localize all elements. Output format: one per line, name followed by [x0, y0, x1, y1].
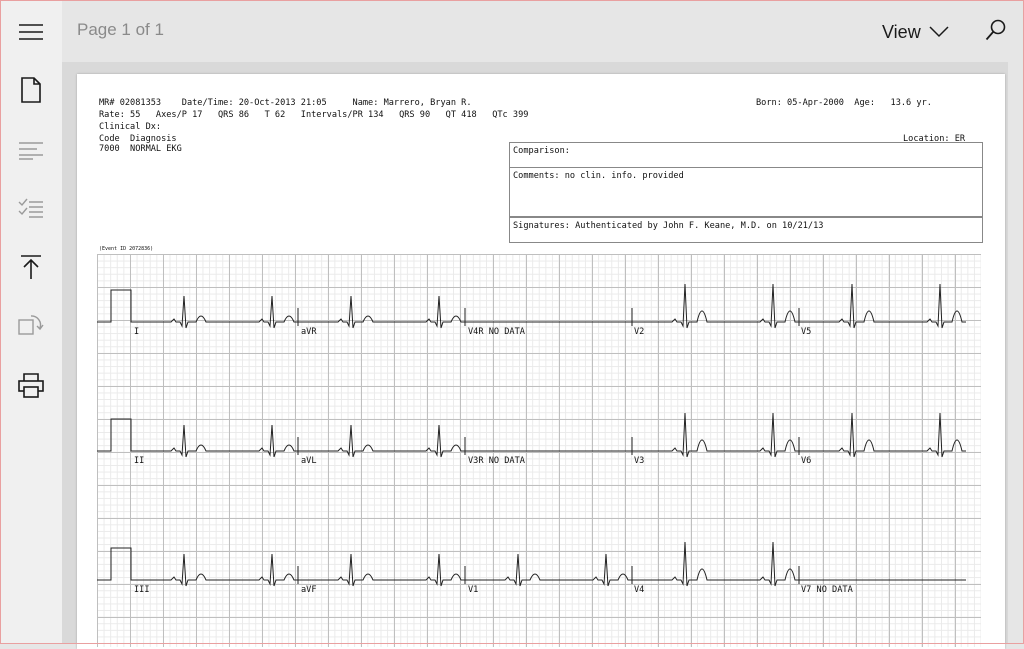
document-viewport[interactable]: MR# 02081353 Date/Time: 20-Oct-2013 21:0… — [62, 62, 1008, 649]
jump-top-icon — [20, 254, 42, 280]
signatures-text: Signatures: Authenticated by John F. Kea… — [513, 221, 824, 231]
lead-label: V1 — [468, 585, 479, 595]
lead-label: V7 NO DATA — [801, 585, 853, 595]
clinical-dx: Clinical Dx: — [99, 122, 162, 132]
view-label: View — [882, 21, 921, 42]
lead-label: I — [134, 327, 140, 337]
ekg-trace-row — [97, 283, 966, 329]
signatures-box: Signatures: Authenticated by John F. Kea… — [509, 217, 983, 243]
view-button[interactable]: View — [882, 18, 949, 46]
lead-label: V2 — [634, 327, 645, 337]
comments-box: Comments: no clin. info. provided — [509, 167, 983, 217]
rotate-icon — [17, 312, 45, 338]
print-button[interactable] — [8, 362, 54, 408]
menu-button[interactable] — [8, 9, 54, 55]
lead-label: II — [134, 456, 145, 466]
left-rail — [0, 0, 62, 644]
report-header-line1: MR# 02081353 Date/Time: 20-Oct-2013 21:0… — [99, 98, 472, 108]
lead-label: III — [134, 585, 150, 595]
vertical-scrollbar[interactable] — [1008, 62, 1024, 644]
lead-label: V6 — [801, 456, 812, 466]
checklist-icon — [18, 197, 44, 219]
lead-label: V4 — [634, 585, 645, 595]
measurements-line: Rate: 55 Axes/P 17 QRS 86 T 62 Intervals… — [99, 110, 529, 120]
lead-label: aVL — [301, 456, 317, 466]
ekg-trace-row — [97, 412, 966, 458]
top-toolbar: Page 1 of 1 View — [62, 0, 1024, 62]
born-age: Born: 05-Apr-2000 Age: 13.6 yr. — [756, 98, 932, 108]
jump-top-button[interactable] — [8, 244, 54, 290]
checklist-button[interactable] — [8, 185, 54, 231]
chevron-down-icon — [929, 23, 949, 42]
menu-icon — [18, 23, 44, 41]
lead-label: V4R NO DATA — [468, 327, 525, 337]
rotate-button[interactable] — [8, 302, 54, 348]
lead-label: V3R NO DATA — [468, 456, 525, 466]
comparison-box: Comparison: — [509, 142, 983, 168]
text-view-button[interactable] — [8, 127, 54, 173]
document-button[interactable] — [8, 67, 54, 113]
ekg-page: MR# 02081353 Date/Time: 20-Oct-2013 21:0… — [77, 74, 1005, 649]
page-indicator: Page 1 of 1 — [77, 20, 164, 39]
comments-text: Comments: no clin. info. provided — [513, 171, 684, 181]
lead-label: aVF — [301, 585, 317, 595]
search-icon — [985, 19, 1007, 45]
search-button[interactable] — [982, 18, 1010, 46]
document-icon — [20, 77, 42, 103]
lead-label: aVR — [301, 327, 317, 337]
ekg-trace-row — [97, 541, 966, 587]
lead-label: V5 — [801, 327, 812, 337]
print-icon — [18, 372, 44, 398]
lead-label: V3 — [634, 456, 645, 466]
code-row: 7000 NORMAL EKG — [99, 144, 182, 154]
comparison-text: Comparison: — [513, 146, 570, 156]
text-icon — [18, 140, 44, 160]
